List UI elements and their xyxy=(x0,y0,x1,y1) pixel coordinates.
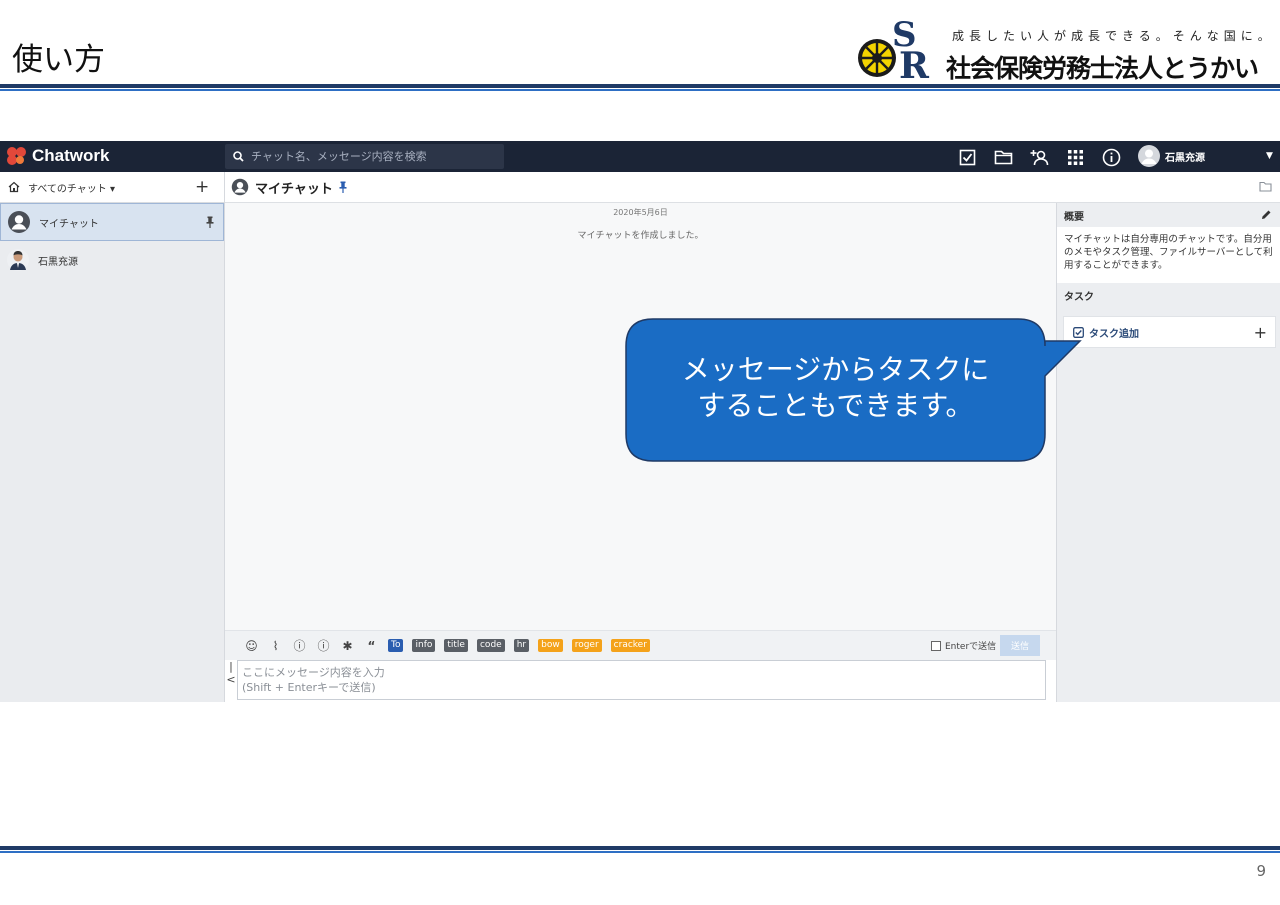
slide-title: 使い方 xyxy=(12,42,105,78)
callout-line-2: することもできます。 xyxy=(697,389,974,422)
chat-filter-dropdown[interactable]: すべてのチャット ▾ xyxy=(28,180,115,195)
tag-to[interactable]: To xyxy=(388,639,404,652)
message-input[interactable] xyxy=(237,660,1046,700)
overview-title: 概要 xyxy=(1064,211,1084,223)
settings-icon[interactable]: ✱ xyxy=(340,639,355,653)
enter-to-send-option[interactable]: Enterで送信 xyxy=(931,639,996,652)
search-input[interactable] xyxy=(251,150,491,163)
enter-to-send-label: Enterで送信 xyxy=(945,642,997,652)
attachment-icon[interactable]: ⌇ xyxy=(268,639,283,653)
sidebar-item-label: マイチャット xyxy=(39,218,99,230)
svg-text:R: R xyxy=(899,45,930,82)
company-tagline: 成長したい人が成長できる。そんな国に。 xyxy=(952,29,1275,43)
chevron-down-icon[interactable]: ▼ xyxy=(1266,151,1273,161)
overview-header: 概要 xyxy=(1057,203,1280,227)
task-title: タスク xyxy=(1064,291,1094,303)
add-chat-button[interactable]: + xyxy=(195,177,209,197)
user-name: 石黒充源 xyxy=(1165,152,1205,164)
tag-info[interactable]: info xyxy=(412,639,436,652)
add-task-label: タスク追加 xyxy=(1089,328,1139,340)
apps-grid-icon[interactable] xyxy=(1064,146,1086,168)
avatar xyxy=(7,249,29,271)
sidebar-item-label: 石黒充源 xyxy=(38,256,78,268)
search-box[interactable] xyxy=(225,144,504,169)
tag-hr[interactable]: hr xyxy=(513,639,530,652)
chat-title: マイチャット xyxy=(255,181,333,197)
brand-name: Chatwork xyxy=(32,146,110,165)
chat-header: マイチャット xyxy=(225,172,1280,203)
tag-roger[interactable]: roger xyxy=(571,639,602,652)
folder-icon[interactable] xyxy=(1259,181,1272,192)
folder-icon[interactable] xyxy=(992,146,1014,168)
top-bar: Chatwork チャット名、メッセージ内容を検索 石黒充源 ▼ xyxy=(0,141,1280,172)
overview-text: マイチャットは自分専用のチャットです。自分用のメモやタスク管理、ファイルサーバー… xyxy=(1057,227,1280,283)
info-icon[interactable] xyxy=(1100,146,1122,168)
plus-icon[interactable]: + xyxy=(1254,323,1267,342)
mention-icon[interactable]: ⓘ xyxy=(292,637,307,654)
composer-toolbar: ☺ ⌇ ⓘ ⓘ ✱ “ To info title code hr bow ro… xyxy=(225,630,1056,660)
emoji-icon[interactable]: ☺ xyxy=(244,639,259,653)
sidebar-item-user[interactable]: 石黒充源 xyxy=(0,241,224,279)
chatwork-logo[interactable]: Chatwork xyxy=(6,146,109,166)
quote-icon[interactable]: “ xyxy=(364,639,379,653)
footer-rule-accent xyxy=(0,851,1280,853)
system-message: マイチャットを作成しました。 xyxy=(577,231,704,241)
header-rule-accent xyxy=(0,89,1280,91)
reply-icon[interactable]: ⓘ xyxy=(316,637,331,654)
collapse-icon[interactable]: |< xyxy=(225,660,237,702)
date-separator: 2020年5月6日 xyxy=(613,208,668,217)
footer-rule xyxy=(0,846,1280,850)
avatar xyxy=(8,211,30,233)
tag-bow[interactable]: bow xyxy=(538,639,563,652)
sidebar-header: すべてのチャット ▾ + xyxy=(0,172,224,203)
search-icon xyxy=(233,151,244,162)
right-panel: 概要 マイチャットは自分専用のチャットです。自分用のメモやタスク管理、ファイルサ… xyxy=(1056,203,1280,702)
task-header: タスク xyxy=(1057,283,1280,307)
task-check-icon[interactable] xyxy=(956,146,978,168)
avatar xyxy=(231,178,249,196)
page-number: 9 xyxy=(1256,862,1266,880)
callout-text: メッセージからタスクに することもできます。 xyxy=(625,352,1046,424)
home-icon[interactable] xyxy=(8,181,20,193)
chatwork-logo-icon xyxy=(7,147,26,165)
tag-cracker[interactable]: cracker xyxy=(610,639,650,652)
enter-to-send-checkbox[interactable] xyxy=(931,640,941,651)
tag-title[interactable]: title xyxy=(444,639,468,652)
callout-line-1: メッセージからタスクに xyxy=(681,353,990,386)
room-sidebar: すべてのチャット ▾ + マイチャット 石黒充源 xyxy=(0,172,225,702)
top-icons xyxy=(956,146,1122,168)
send-button[interactable]: 送信 xyxy=(1000,635,1040,656)
avatar xyxy=(1138,145,1160,167)
checkbox-icon xyxy=(1073,326,1084,338)
add-task-button[interactable]: タスク追加 + xyxy=(1063,316,1276,348)
company-name: 社会保険労務士法人とうかい xyxy=(946,54,1259,83)
pin-icon[interactable] xyxy=(206,216,214,231)
user-menu[interactable]: 石黒充源 xyxy=(1138,145,1205,167)
sidebar-item-mychat[interactable]: マイチャット xyxy=(0,203,224,241)
edit-icon[interactable] xyxy=(1261,209,1272,220)
tag-code[interactable]: code xyxy=(476,639,505,652)
pin-icon[interactable] xyxy=(339,181,347,193)
company-logo: S R xyxy=(858,16,930,82)
add-contact-icon[interactable] xyxy=(1028,146,1050,168)
header-rule xyxy=(0,84,1280,88)
